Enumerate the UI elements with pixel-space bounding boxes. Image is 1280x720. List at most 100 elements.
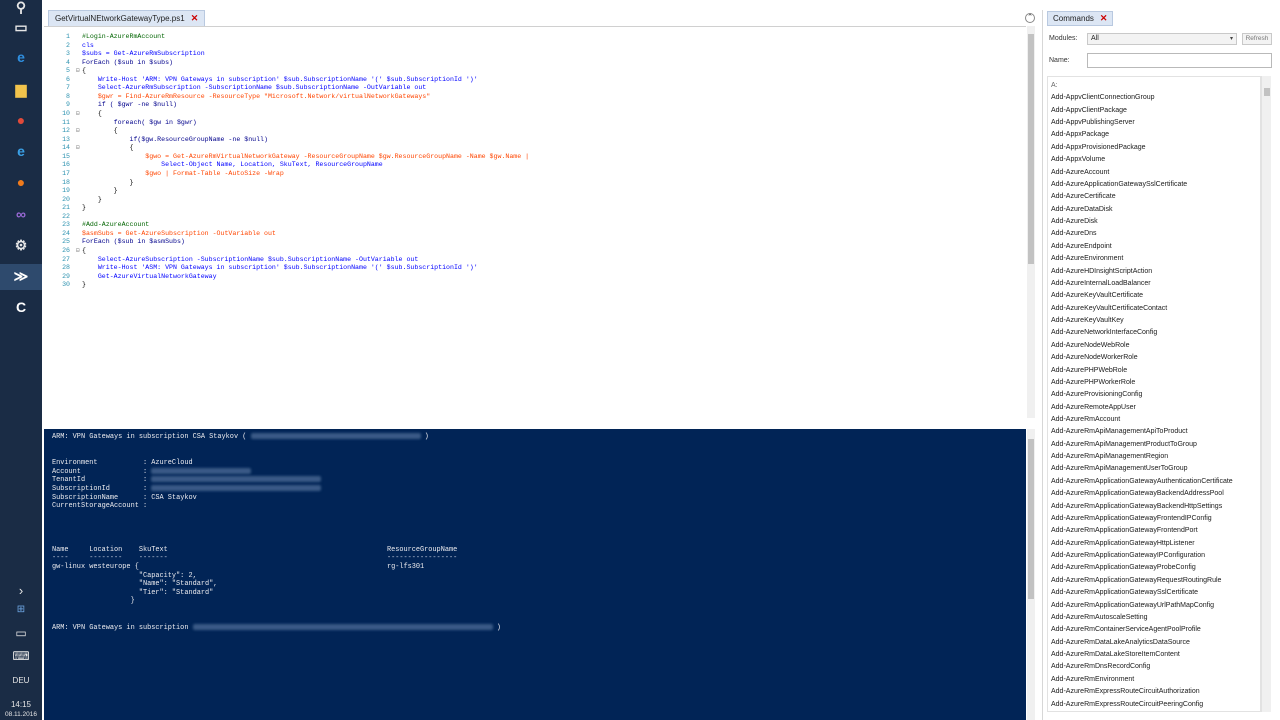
chrome-icon[interactable]: ● [10,109,32,131]
command-list-item[interactable]: Add-AzureRmApiManagementUserToGroup [1051,464,1188,473]
command-name-input[interactable] [1087,53,1272,68]
script-editor[interactable]: 1 #Login-AzureRmAccount 2 cls 3 $subs = Get-A… [44,26,1026,418]
command-list-item[interactable]: Add-AzureRmApplicationGatewayHttpListene… [1051,539,1195,548]
editor-scrollbar-thumb[interactable] [1028,34,1034,264]
refresh-button[interactable]: Refresh [1242,33,1272,45]
command-list-item[interactable]: Add-AzureRmExpressRouteCircuitPeeringCon… [1051,700,1203,709]
command-list-item[interactable]: Add-AzureRmApplicationGatewayRequestRout… [1051,576,1221,585]
command-list-item[interactable]: Add-AzureNodeWorkerRole [1051,353,1138,362]
powershell-ise-icon[interactable]: ≫ [10,265,32,287]
command-list-item[interactable]: Add-AzureEnvironment [1051,254,1123,263]
screen: ⚲ ▭ e ▆ ● e ● ∞ ⚙ ≫ C › ⊞ ▭ ⌨ DEU 14:15 08.11.2016… [0,0,1280,720]
redacted-subscription-id [250,433,421,440]
command-list-item[interactable]: Add-AzureRmApplicationGatewayFrontendIPC… [1051,514,1212,523]
command-list-item[interactable]: Add-AzurePHPWebRole [1051,366,1127,375]
command-list-item[interactable]: Add-AzureRmEnvironment [1051,675,1134,684]
command-list-item[interactable]: Add-AzureRmContainerServiceAgentPoolProf… [1051,625,1201,634]
command-list-item[interactable]: Add-AzureRmAccount [1051,415,1120,424]
camtasia-icon[interactable]: C [10,296,32,318]
tab-script-file-label: GetVirtualNEtworkGatewayType.ps1 [55,14,185,23]
commands-list[interactable]: A: Add-AppvClientConnectionGroup Add-AppvC… [1047,76,1261,712]
command-list-item[interactable]: Add-AzureRmApiManagementRegion [1051,452,1168,461]
clock-date: 08.11.2016 [4,711,38,718]
command-list-item[interactable]: Add-AzureRmDataLakeAnalyticsDataSource [1051,638,1190,647]
keyboard-icon[interactable]: ⌨ [0,649,42,663]
firefox-icon[interactable]: ● [10,171,32,193]
redacted-value [151,468,252,475]
file-explorer-icon[interactable]: ▆ [10,78,32,100]
command-list-item[interactable]: Add-AzureRmApiManagementApiToProduct [1051,427,1188,436]
command-list-item[interactable]: Add-AzureRmApplicationGatewayProbeConfig [1051,563,1196,572]
name-label: Name: [1049,57,1070,64]
command-list-item[interactable]: Add-AppvClientConnectionGroup [1051,93,1155,102]
close-icon[interactable]: ✕ [191,11,199,26]
command-list-item[interactable]: Add-AzureRmDataLakeStoreItemContent [1051,650,1180,659]
command-list-item[interactable]: Add-AppxProvisionedPackage [1051,143,1146,152]
command-list-item[interactable]: Add-AzureEndpoint [1051,242,1112,251]
console-scrollbar-thumb[interactable] [1028,439,1034,599]
command-list-item[interactable]: Add-AppvPublishingServer [1051,118,1135,127]
command-list-item[interactable]: Add-AzureRmApplicationGatewayIPConfigura… [1051,551,1205,560]
console-header-line: ARM: VPN Gateways in subscription CSA St… [52,433,429,441]
command-list-item[interactable]: Add-AzureRmAutoscaleSetting [1051,613,1148,622]
collapse-editor-icon[interactable]: ⌃ [1025,13,1035,23]
editor-scrollbar[interactable] [1027,26,1035,418]
visual-studio-icon[interactable]: ∞ [10,203,32,225]
tab-script-file[interactable]: GetVirtualNEtworkGatewayType.ps1 ✕ [48,10,206,26]
command-list-item[interactable]: Add-AzureKeyVaultCertificate [1051,291,1143,300]
tray-app-icon[interactable]: ⊞ [0,604,42,615]
console-env-row: Environment : AzureCloud [52,459,193,467]
modules-select[interactable]: All ▾ [1087,33,1237,45]
tab-commands[interactable]: Commands ✕ [1047,11,1114,26]
tray-chevron-icon[interactable]: › [0,583,42,598]
console-table-rule: ---- -------- ------- ----------------- [52,554,458,562]
ie-icon[interactable]: e [10,140,32,162]
network-app-icon[interactable]: ⚙ [10,234,32,256]
command-list-item[interactable]: Add-AzureRmApplicationGatewayAuthenticat… [1051,477,1233,486]
command-list-item[interactable]: Add-AzureInternalLoadBalancer [1051,279,1151,288]
notification-icon[interactable]: ▭ [0,626,42,640]
command-list-item[interactable]: Add-AzureKeyVaultKey [1051,316,1124,325]
code-text: } [82,281,86,289]
task-view-icon[interactable]: ▭ [10,16,32,38]
modules-label: Modules: [1049,35,1078,42]
commands-scrollbar[interactable] [1261,76,1271,712]
language-indicator[interactable]: DEU [0,676,42,685]
command-list-item[interactable]: Add-AzureDisk [1051,217,1098,226]
command-list-item[interactable]: Add-AzureCertificate [1051,192,1116,201]
command-list-item[interactable]: Add-AzureNodeWebRole [1051,341,1129,350]
edge-icon[interactable]: e [10,46,32,68]
command-list-item[interactable]: Add-AzureRmApplicationGatewayUrlPathMapC… [1051,601,1214,610]
command-list-item[interactable]: Add-AzureKeyVaultCertificateContact [1051,304,1167,313]
command-list-item[interactable]: Add-AzureRmApplicationGatewayFrontendPor… [1051,526,1198,535]
command-list-item[interactable]: Add-AzureRmApplicationGatewayBackendAddr… [1051,489,1224,498]
commands-scrollbar-thumb[interactable] [1264,88,1270,96]
command-list-item[interactable]: Add-AzureDataDisk [1051,205,1112,214]
clock-time: 14:15 [10,700,32,709]
close-icon[interactable]: ✕ [1100,12,1108,25]
console-env-row: SubscriptionId : [52,485,322,494]
command-list-item[interactable]: Add-AzureNetworkInterfaceConfig [1051,328,1157,337]
console-scrollbar[interactable] [1027,429,1035,720]
command-list-item[interactable]: Add-AzureProvisioningConfig [1051,390,1142,399]
command-list-item[interactable]: Add-AzureRmApiManagementProductToGroup [1051,440,1197,449]
command-list-item[interactable]: Add-AppxVolume [1051,155,1105,164]
console-pane[interactable]: ARM: VPN Gateways in subscription CSA St… [44,429,1026,720]
command-list-item[interactable]: Add-AppxPackage [1051,130,1109,139]
command-list-item[interactable]: Add-AzureApplicationGatewaySslCertificat… [1051,180,1187,189]
command-list-item[interactable]: Add-AzurePHPWorkerRole [1051,378,1135,387]
taskbar-clock[interactable]: 14:15 08.11.2016 [0,700,42,720]
command-list-item[interactable]: Add-AzureAccount [1051,168,1109,177]
command-list-item[interactable]: Add-AzureRmDnsRecordConfig [1051,662,1150,671]
tab-commands-label: Commands [1053,14,1094,23]
command-list-item[interactable]: Add-AzureRmExpressRouteCircuitAuthorizat… [1051,687,1200,696]
command-list-item[interactable]: Add-AzureHDInsightScriptAction [1051,267,1152,276]
command-list-item[interactable]: Add-AzureRemoteAppUser [1051,403,1136,412]
editor-console-divider[interactable] [44,418,1026,429]
taskbar: ⚲ ▭ e ▆ ● e ● ∞ ⚙ ≫ C › ⊞ ▭ ⌨ DEU 14:15 08.11.2016 [0,0,42,720]
command-list-item[interactable]: Add-AzureRmApplicationGatewayBackendHttp… [1051,502,1222,511]
command-list-item[interactable]: Add-AzureRmApplicationGatewaySslCertific… [1051,588,1198,597]
command-list-item[interactable]: Add-AzureDns [1051,229,1097,238]
commands-group-header: A: [1051,82,1058,89]
command-list-item[interactable]: Add-AppvClientPackage [1051,106,1127,115]
